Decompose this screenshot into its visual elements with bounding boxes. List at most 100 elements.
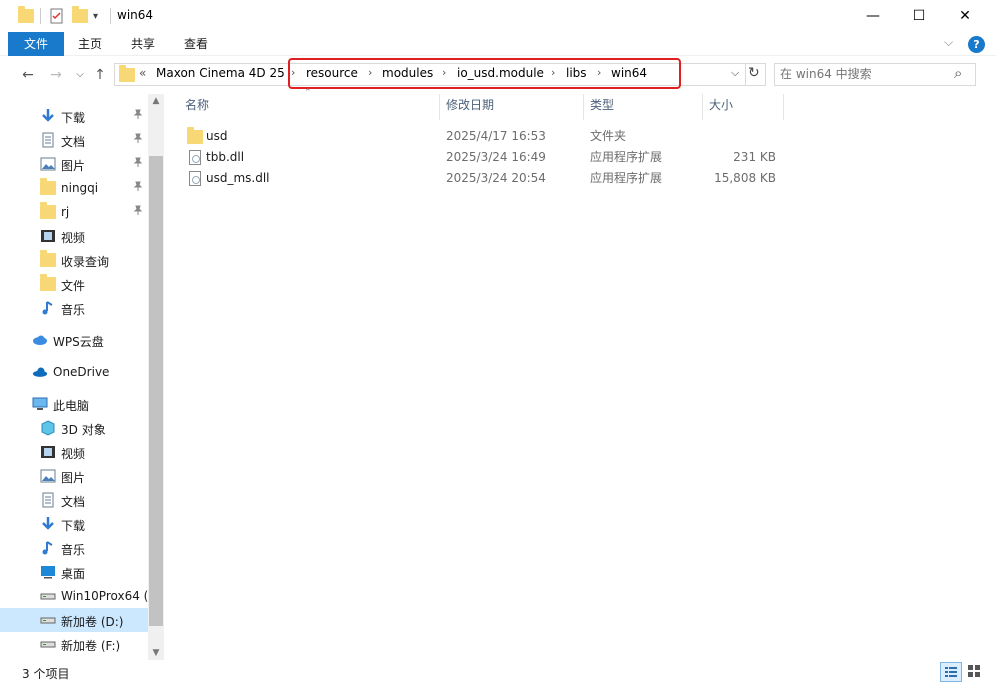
sidebar-item[interactable]: 新加卷 (D:) (0, 608, 148, 632)
folder-icon (40, 274, 56, 291)
file-row[interactable]: usd_ms.dll 2025/3/24 20:54 应用程序扩展 15,808… (180, 168, 780, 189)
file-modified: 2025/3/24 16:49 (446, 150, 546, 164)
picture-icon (40, 157, 56, 171)
sidebar-item[interactable]: 下载 (0, 512, 148, 536)
column-divider[interactable] (783, 94, 784, 120)
customize-quick-access-icon[interactable]: ▾ (93, 7, 98, 25)
large-icons-view-icon[interactable] (964, 662, 986, 682)
file-type: 应用程序扩展 (590, 171, 663, 185)
minimize-button[interactable]: — (850, 0, 896, 32)
folder-icon (40, 202, 56, 219)
sidebar-item-label: rj (61, 205, 70, 219)
sidebar-item[interactable]: ningqi (0, 176, 148, 200)
sidebar-item[interactable]: 3D 对象 (0, 416, 148, 440)
recent-locations-icon[interactable]: ⌵ (70, 66, 90, 84)
cloud-icon (32, 333, 48, 347)
help-icon[interactable]: ? (968, 36, 985, 53)
back-button[interactable]: ← (18, 66, 38, 84)
sidebar-item[interactable]: 图片 (0, 152, 148, 176)
file-size: 231 KB (733, 150, 776, 164)
file-type: 应用程序扩展 (590, 150, 663, 164)
tab-file[interactable]: 文件 (8, 32, 64, 56)
breadcrumb-overflow[interactable]: « (139, 66, 146, 80)
close-button[interactable]: ✕ (942, 0, 988, 32)
sidebar-item[interactable]: rj (0, 200, 148, 224)
column-divider[interactable] (583, 94, 584, 120)
refresh-icon[interactable]: ↻ (748, 65, 760, 81)
sidebar-item[interactable]: 文档 (0, 128, 148, 152)
document-icon (40, 132, 56, 148)
forward-button[interactable]: → (46, 66, 66, 84)
details-view-icon[interactable] (940, 662, 962, 682)
sidebar-item[interactable]: 桌面 (0, 560, 148, 584)
sidebar-item-label: OneDrive (53, 365, 110, 379)
sidebar-item-label: 音乐 (61, 303, 86, 317)
sort-ascending-icon: ⌃ (304, 88, 312, 98)
sidebar-item-label: WPS云盘 (53, 335, 104, 349)
sidebar-item[interactable]: WPS云盘 (0, 328, 148, 352)
sidebar-item[interactable]: 视频 (0, 440, 148, 464)
pin-icon (133, 157, 143, 170)
sidebar-item[interactable]: OneDrive (0, 360, 148, 384)
pin-icon (133, 133, 143, 146)
sidebar-item[interactable]: 新加卷 (F:) (0, 632, 148, 656)
folder-icon (187, 127, 203, 144)
column-divider[interactable] (702, 94, 703, 120)
column-header-modified[interactable]: 修改日期 (446, 96, 494, 118)
tab-home[interactable]: 主页 (72, 32, 108, 56)
sidebar-item-label: 音乐 (61, 543, 86, 557)
column-header-size[interactable]: 大小 (709, 96, 733, 118)
file-name: usd_ms.dll (206, 171, 270, 185)
scroll-down-icon[interactable]: ▼ (148, 646, 164, 660)
column-header-type[interactable]: 类型 (590, 96, 614, 118)
item-count: 3 个项目 (22, 667, 70, 681)
file-row[interactable]: tbb.dll 2025/3/24 16:49 应用程序扩展 231 KB (180, 147, 780, 168)
search-icon[interactable]: ⌕ (954, 64, 962, 82)
navigation-scrollbar[interactable]: ▲ ▼ (148, 94, 164, 660)
pin-icon (133, 181, 143, 194)
column-divider[interactable] (439, 94, 440, 120)
sidebar-item[interactable]: 文件 (0, 272, 148, 296)
sidebar-item[interactable]: 收录查询 (0, 248, 148, 272)
column-header-name[interactable]: 名称 (185, 96, 209, 118)
up-button[interactable]: ↑ (90, 66, 110, 84)
search-input[interactable] (780, 66, 950, 82)
sidebar-item[interactable]: 视频 (0, 224, 148, 248)
sidebar-item[interactable]: 图片 (0, 464, 148, 488)
sidebar-item-label: 桌面 (61, 567, 86, 581)
file-name: tbb.dll (206, 150, 245, 164)
scrollbar-thumb[interactable] (149, 156, 163, 626)
sidebar-item-label: 新加卷 (D:) (61, 615, 124, 629)
sidebar-item-label: 下载 (61, 111, 86, 125)
sidebar-item-label: 图片 (61, 159, 86, 173)
sidebar-item[interactable]: 此电脑 (0, 392, 148, 416)
breadcrumb-item[interactable]: Maxon Cinema 4D 25 (156, 66, 285, 80)
address-folder-icon (119, 65, 135, 85)
tab-share[interactable]: 共享 (125, 32, 161, 56)
sidebar-item-label: 视频 (61, 447, 86, 461)
sidebar-item[interactable]: 音乐 (0, 296, 148, 320)
dll-file-icon (189, 150, 201, 165)
divider (745, 63, 746, 86)
file-modified: 2025/3/24 20:54 (446, 171, 546, 185)
sidebar-item[interactable]: Win10Prox64 (C (0, 584, 148, 608)
desktop-icon (40, 565, 56, 579)
ribbon-collapse-icon[interactable]: ⌵ (944, 35, 953, 50)
quick-access-folder-icon[interactable] (18, 6, 34, 25)
tab-view[interactable]: 查看 (178, 32, 214, 56)
sidebar-item[interactable]: 文档 (0, 488, 148, 512)
pin-icon (133, 205, 143, 218)
sidebar-item[interactable]: 下载 (0, 104, 148, 128)
navigation-pane[interactable]: 下载 文档 图片 ningqi rj 视频 收录查询 文件 音乐 WPS云盘 OneDrive 此电脑… (0, 94, 148, 660)
maximize-button[interactable]: ☐ (896, 0, 942, 32)
sidebar-item-label: ningqi (61, 181, 99, 195)
address-dropdown-icon[interactable]: ⌵ (731, 66, 739, 80)
scroll-up-icon[interactable]: ▲ (148, 94, 164, 108)
properties-icon[interactable] (49, 7, 65, 25)
window-title: win64 (117, 8, 154, 22)
new-folder-icon[interactable] (72, 6, 88, 25)
sidebar-item[interactable]: 音乐 (0, 536, 148, 560)
file-row[interactable]: usd 2025/4/17 16:53 文件夹 (180, 126, 780, 147)
video-icon (40, 445, 56, 459)
divider (40, 8, 41, 24)
